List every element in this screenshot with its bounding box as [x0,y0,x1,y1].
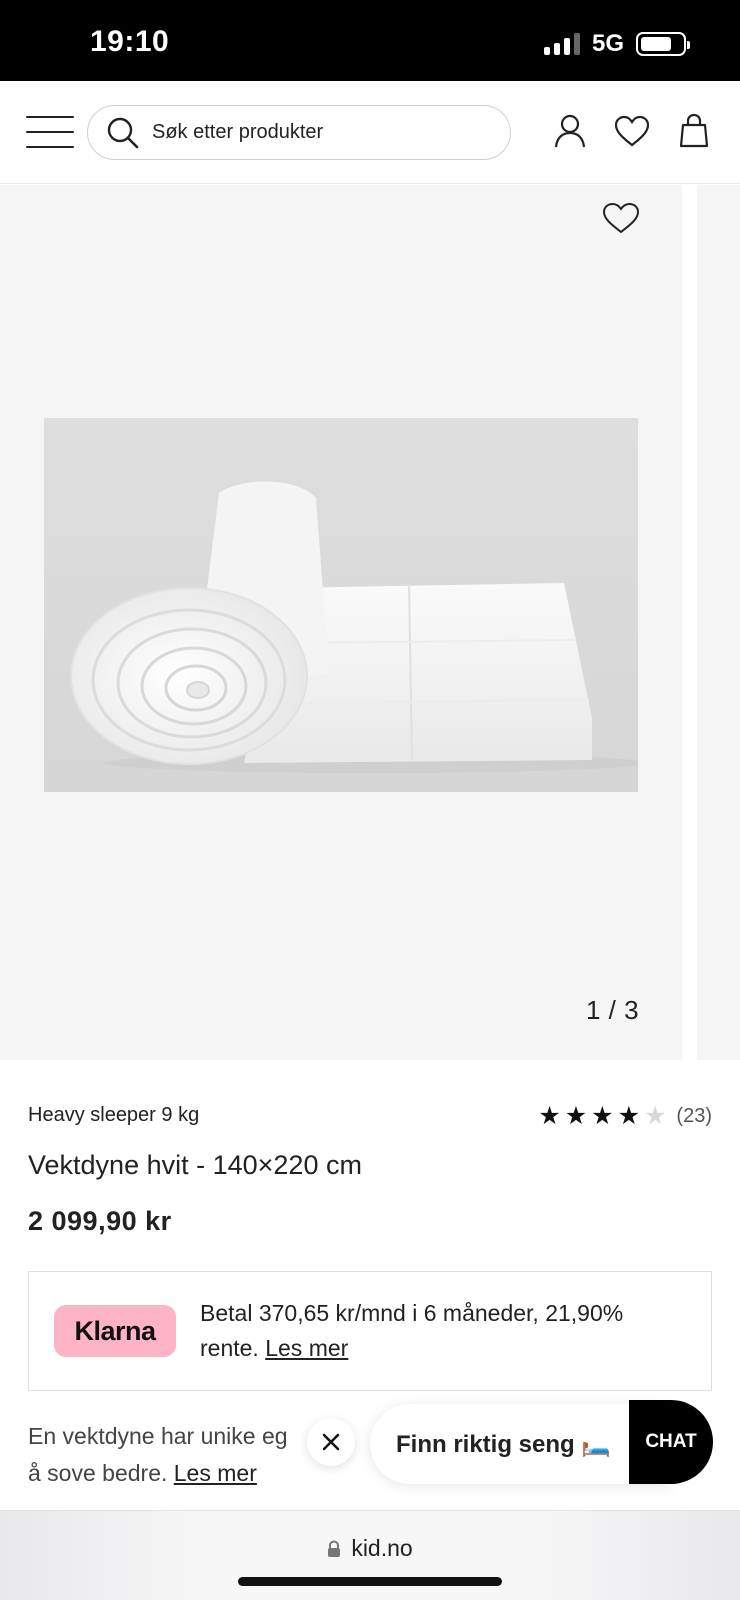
search-input[interactable] [152,121,472,144]
gallery-counter: 1 / 3 [586,995,640,1025]
close-chat-prompt-button[interactable] [307,1418,355,1466]
chat-prompt-bubble[interactable]: Finn riktig seng 🛏️ [370,1404,670,1484]
description-read-more-link[interactable]: Les mer [174,1460,257,1486]
favorite-heart-icon[interactable] [598,195,643,240]
browser-address-bar[interactable]: kid.no [0,1510,740,1600]
user-icon[interactable] [550,111,590,151]
product-rating[interactable]: ★ ★ ★ ★ ★ (23) [538,1104,712,1129]
url-display[interactable]: kid.no [0,1535,740,1562]
gallery-slide[interactable]: 1 / 3 [0,185,682,1060]
klarna-text: Betal 370,65 kr/mnd i 6 måneder, 21,90% … [200,1296,680,1366]
product-title: Vektdyne hvit - 140×220 cm [28,1150,362,1180]
network-label: 5G [591,30,624,57]
battery-icon [636,32,690,56]
klarna-terms: Betal 370,65 kr/mnd i 6 måneder, 21,90% … [200,1300,624,1361]
lock-icon [328,1539,341,1557]
site-header [0,81,740,184]
search-icon [107,117,139,148]
klarna-financing-box: Klarna Betal 370,65 kr/mnd i 6 måneder, … [28,1271,712,1391]
url-text[interactable]: kid.no [351,1535,412,1562]
rating-stars: ★ ★ ★ ★ ★ [538,1104,666,1129]
product-gallery[interactable]: 1 / 3 [0,185,740,1060]
heart-icon[interactable] [612,111,652,151]
status-time: 19:10 [90,25,170,58]
status-bar: 19:10 5G [0,0,740,81]
product-brand: Heavy sleeper 9 kg [28,1104,200,1126]
star-icon: ★ [538,1102,561,1130]
home-indicator[interactable] [238,1577,502,1586]
star-icon: ★ [591,1102,614,1130]
klarna-read-more-link[interactable]: Les mer [265,1335,348,1361]
signal-icon [543,33,580,55]
close-icon [322,1433,340,1451]
menu-icon[interactable] [26,116,74,148]
review-count[interactable]: (23) [676,1105,712,1128]
search-bar[interactable] [87,105,511,160]
star-icon: ★ [617,1102,640,1130]
star-icon: ★ [564,1102,588,1130]
status-indicators: 5G [543,30,690,58]
klarna-logo: Klarna [54,1305,176,1357]
description-line-1: En vektdyne har unike eg [28,1423,288,1449]
chat-button[interactable]: CHAT [629,1400,713,1484]
product-price: 2 099,90 kr [28,1206,172,1236]
product-image-weighted-blanket [44,418,638,792]
star-icon: ★ [644,1102,667,1130]
bag-icon[interactable] [674,111,714,151]
gallery-next-slide-peek[interactable] [697,185,740,1060]
battery-level [641,37,671,51]
description-line-2: å sove bedre. [28,1460,168,1486]
